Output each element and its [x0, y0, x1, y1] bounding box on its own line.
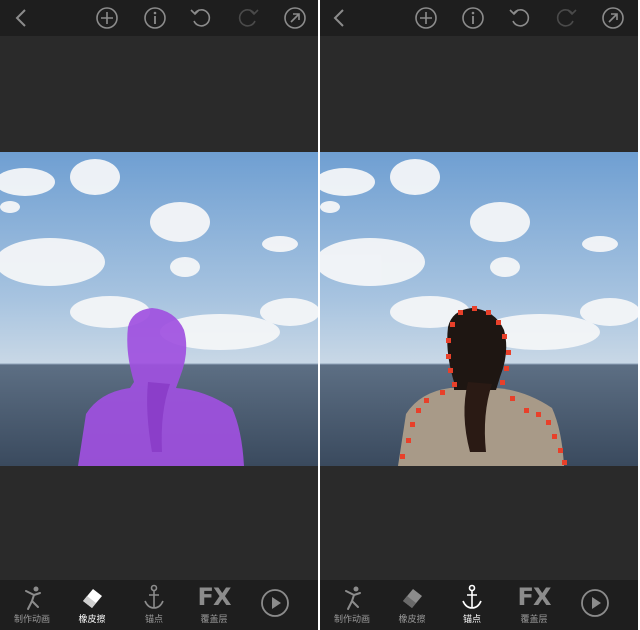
play-icon[interactable] — [580, 588, 610, 618]
top-toolbar — [0, 0, 318, 36]
back-icon[interactable] — [326, 4, 354, 32]
export-icon[interactable] — [281, 4, 309, 32]
redo-icon[interactable] — [552, 4, 580, 32]
add-icon[interactable] — [93, 4, 121, 32]
eraser-icon — [60, 583, 124, 611]
tool-label: 锚点 — [462, 615, 481, 625]
play-icon[interactable] — [260, 588, 290, 618]
tool-label: 覆盖层 — [200, 615, 228, 625]
tool-eraser[interactable]: 橡皮擦 — [60, 580, 124, 630]
tool-overlay[interactable]: FX 覆盖层 — [502, 580, 566, 630]
fx-icon: FX — [517, 583, 552, 611]
anchor-icon — [440, 583, 504, 611]
eraser-icon — [380, 583, 444, 611]
top-toolbar — [320, 0, 638, 36]
editor-panel-eraser: 制作动画 橡皮擦 锚点 FX 覆盖层 — [0, 0, 318, 630]
animate-figure-icon — [0, 583, 64, 611]
tool-label: 制作动画 — [333, 615, 370, 625]
fx-icon: FX — [197, 583, 232, 611]
add-icon[interactable] — [412, 4, 440, 32]
undo-icon[interactable] — [187, 4, 215, 32]
tool-label: 橡皮擦 — [78, 615, 106, 625]
bottom-toolbar: 制作动画 橡皮擦 锚点 FX 覆盖层 — [0, 580, 318, 630]
tool-label: 覆盖层 — [520, 615, 548, 625]
tool-overlay[interactable]: FX 覆盖层 — [182, 580, 246, 630]
export-icon[interactable] — [599, 4, 627, 32]
animate-figure-icon — [320, 583, 384, 611]
back-icon[interactable] — [8, 4, 36, 32]
undo-icon[interactable] — [506, 4, 534, 32]
editor-panel-anchor: 制作动画 橡皮擦 锚点 FX 覆盖层 — [320, 0, 638, 630]
tool-animate[interactable]: 制作动画 — [0, 580, 64, 630]
photo-canvas[interactable] — [0, 152, 318, 466]
tool-anchor[interactable]: 锚点 — [122, 580, 186, 630]
redo-icon[interactable] — [234, 4, 262, 32]
tool-anchor[interactable]: 锚点 — [440, 580, 504, 630]
photo-canvas[interactable] — [320, 152, 638, 466]
info-icon[interactable] — [459, 4, 487, 32]
tool-label: 橡皮擦 — [398, 615, 426, 625]
anchor-icon — [122, 583, 186, 611]
tool-label: 制作动画 — [13, 615, 50, 625]
tool-eraser[interactable]: 橡皮擦 — [380, 580, 444, 630]
info-icon[interactable] — [141, 4, 169, 32]
bottom-toolbar: 制作动画 橡皮擦 锚点 FX 覆盖层 — [320, 580, 638, 630]
tool-label: 锚点 — [144, 615, 163, 625]
tool-animate[interactable]: 制作动画 — [320, 580, 384, 630]
